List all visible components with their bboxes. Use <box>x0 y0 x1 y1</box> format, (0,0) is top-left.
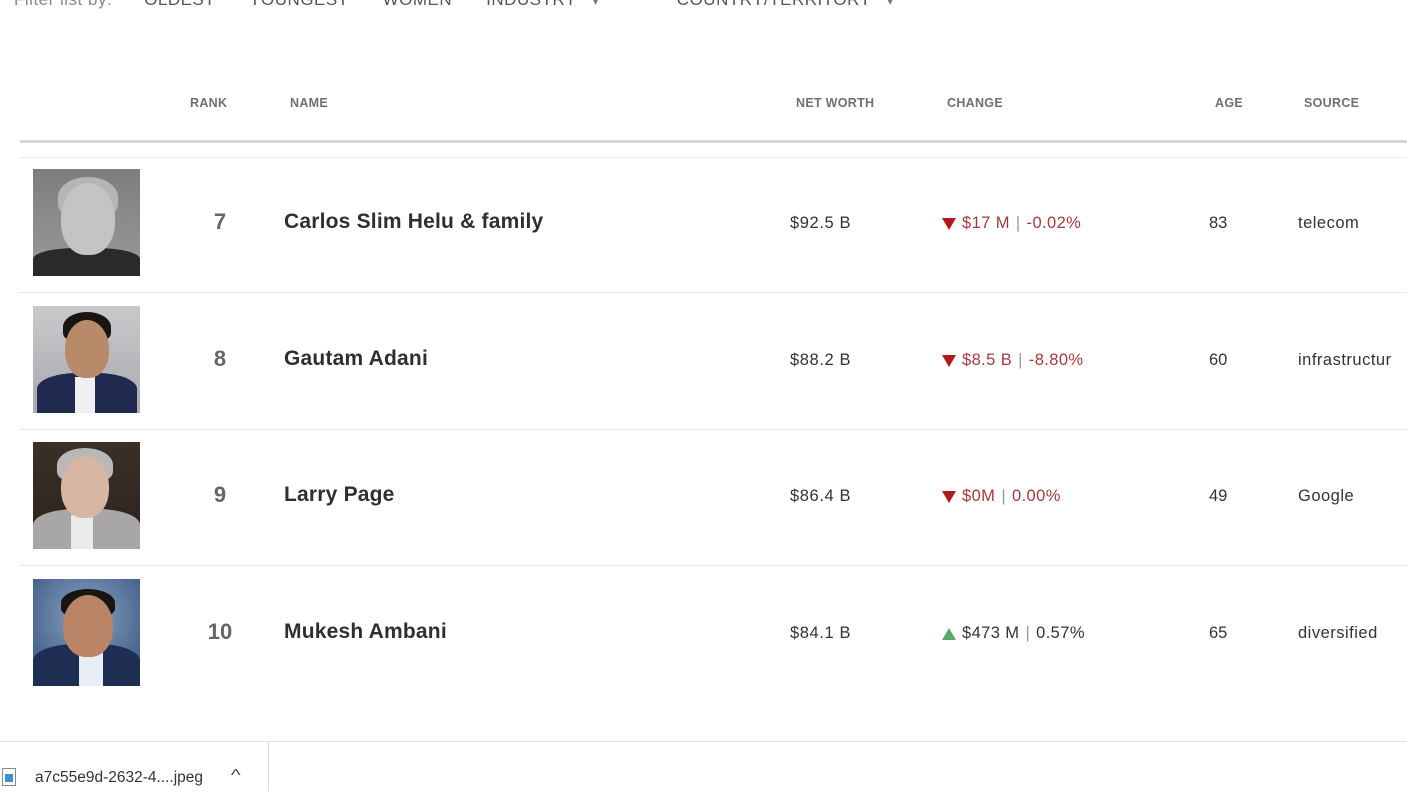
avatar <box>33 579 140 686</box>
rank-value: 9 <box>213 482 227 507</box>
chevron-down-icon: ▾ <box>592 0 599 8</box>
table-row[interactable]: 9 Larry Page $86.4 B $0M | 0.00% 49 Goog… <box>20 430 1407 566</box>
header-rank[interactable]: RANK <box>190 96 227 110</box>
avatar <box>33 306 140 413</box>
download-bar: a7c55e9d-2632-4....jpeg ^ <box>0 741 1407 791</box>
chevron-up-icon[interactable]: ^ <box>231 767 241 785</box>
filter-industry-dropdown[interactable]: INDUSTRY ▾ <box>486 0 599 10</box>
age-value: 65 <box>1209 624 1228 642</box>
header-net-worth[interactable]: NET WORTH <box>796 96 874 110</box>
rank-value: 10 <box>207 619 233 644</box>
person-name[interactable]: Larry Page <box>284 483 395 507</box>
filter-industry-label: INDUSTRY <box>486 0 577 9</box>
header-change[interactable]: CHANGE <box>947 96 1003 110</box>
filter-women-label: WOMEN <box>383 0 453 9</box>
change-amount: $8.5 B <box>962 351 1013 369</box>
table-row[interactable]: 10 Mukesh Ambani $84.1 B $473 M | 0.57% … <box>20 567 1407 703</box>
rank-value: 8 <box>213 346 227 371</box>
change-percent: 0.00% <box>1012 487 1061 505</box>
change-value: $17 M | -0.02% <box>942 214 1081 233</box>
header-divider <box>20 140 1407 143</box>
filter-bar: Filter list by: OLDEST YOUNGEST WOMEN IN… <box>14 0 927 10</box>
header-source[interactable]: SOURCE <box>1304 96 1359 110</box>
filter-label: Filter list by: <box>14 0 112 10</box>
filter-youngest-label: YOUNGEST <box>249 0 348 9</box>
separator: | <box>1015 214 1021 232</box>
separator: | <box>1001 487 1006 505</box>
change-amount: $0M <box>962 487 996 505</box>
avatar <box>33 442 140 549</box>
age-value: 49 <box>1209 487 1228 505</box>
filter-oldest[interactable]: OLDEST <box>144 0 215 10</box>
header-name[interactable]: NAME <box>290 96 328 110</box>
download-file-name[interactable]: a7c55e9d-2632-4....jpeg <box>35 769 203 787</box>
filter-country-dropdown[interactable]: COUNTRY/TERRITORY ▾ <box>677 0 894 10</box>
net-worth-value: $84.1 B <box>790 624 852 642</box>
net-worth-value: $92.5 B <box>790 214 852 232</box>
change-percent: -8.80% <box>1028 351 1084 369</box>
person-name[interactable]: Gautam Adani <box>284 347 428 371</box>
change-percent: 0.57% <box>1036 624 1085 642</box>
person-name[interactable]: Carlos Slim Helu & family <box>284 210 543 234</box>
change-value: $8.5 B | -8.80% <box>942 351 1083 370</box>
source-value: Google <box>1298 487 1355 505</box>
net-worth-value: $86.4 B <box>790 487 852 505</box>
filter-country-label: COUNTRY/TERRITORY <box>677 0 872 9</box>
filter-youngest[interactable]: YOUNGEST <box>249 0 348 10</box>
source-value: infrastructur <box>1298 351 1392 369</box>
separator: | <box>1018 351 1023 369</box>
table-row[interactable]: 8 Gautam Adani $88.2 B $8.5 B | -8.80% 6… <box>20 294 1407 430</box>
age-value: 83 <box>1209 214 1228 232</box>
separator: | <box>1025 624 1031 642</box>
arrow-down-icon <box>942 217 956 230</box>
header-age[interactable]: AGE <box>1215 96 1243 110</box>
table-row[interactable]: 7 Carlos Slim Helu & family $92.5 B $17 … <box>20 157 1407 293</box>
image-file-icon <box>2 768 16 786</box>
arrow-down-icon <box>942 354 956 367</box>
chevron-down-icon: ▾ <box>887 0 894 8</box>
net-worth-value: $88.2 B <box>790 351 852 369</box>
age-value: 60 <box>1209 351 1228 369</box>
filter-oldest-label: OLDEST <box>144 0 215 9</box>
source-value: telecom <box>1298 214 1360 232</box>
change-value: $473 M | 0.57% <box>942 624 1085 643</box>
change-percent: -0.02% <box>1026 214 1082 232</box>
table-header: RANK NAME NET WORTH CHANGE AGE SOURCE <box>20 96 1407 118</box>
change-amount: $473 M <box>962 624 1020 642</box>
avatar <box>33 169 140 276</box>
person-name[interactable]: Mukesh Ambani <box>284 620 447 644</box>
arrow-down-icon <box>942 490 956 503</box>
download-item[interactable]: a7c55e9d-2632-4....jpeg ^ <box>0 742 269 791</box>
change-amount: $17 M <box>962 214 1010 232</box>
rank-value: 7 <box>213 209 227 234</box>
filter-women[interactable]: WOMEN <box>383 0 453 10</box>
arrow-up-icon <box>942 627 956 640</box>
source-value: diversified <box>1298 624 1378 642</box>
change-value: $0M | 0.00% <box>942 487 1061 506</box>
